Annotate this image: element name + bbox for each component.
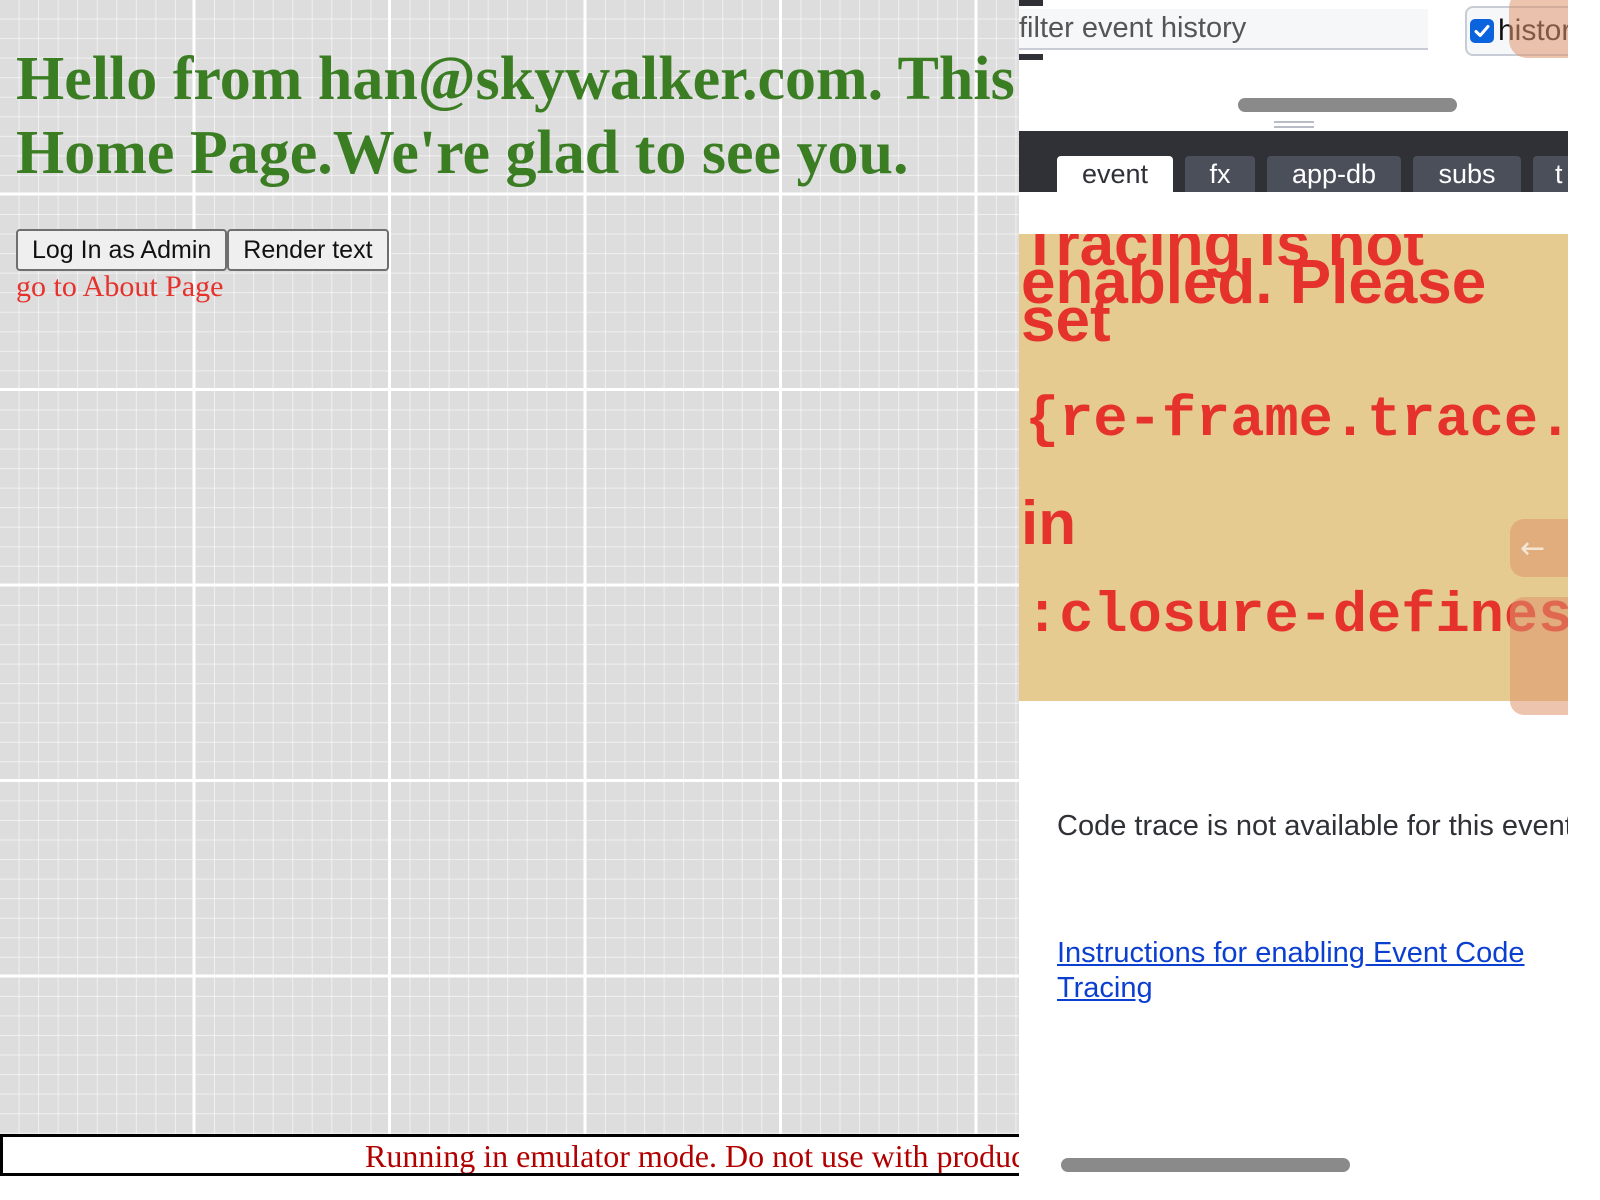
greeting-heading: Hello from han@skywalker.com. This is th… [16,45,1020,187]
warning-in-word: in [1021,489,1077,558]
code-trace-unavailable-message: Code trace is not available for this eve… [1057,810,1568,842]
tab-overflow[interactable]: t [1533,156,1568,192]
re-frame-devtools-panel: history event fx app-db subs t Tracing i… [1019,0,1568,1176]
tracing-warning-text: Tracing is not enabled. Please set [1021,234,1487,355]
tab-app-db[interactable]: app-db [1267,156,1401,192]
filter-event-history-input[interactable] [1019,9,1428,50]
devtools-tab-bar: event fx app-db subs t [1019,131,1568,192]
floating-overlay-handle[interactable] [1509,0,1568,58]
trace-enabled-code: {re-frame.trace.trace-enabled? true} [1025,389,1568,453]
horizontal-scrollbar-thumb[interactable] [1061,1158,1350,1172]
action-buttons: Log In as Admin Render text [16,229,389,271]
panel-resize-handle[interactable] [1274,120,1314,130]
collapse-panel-button[interactable]: ← [1510,519,1568,577]
left-arrow-icon: ← [1520,530,1546,566]
tab-subs[interactable]: subs [1413,156,1521,192]
tracing-disabled-warning: Tracing is not enabled. Please set {re-f… [1019,234,1568,701]
tab-fx[interactable]: fx [1185,156,1255,192]
enable-code-tracing-link[interactable]: Instructions for enabling Event Code Tra… [1057,936,1568,1006]
history-scrollbar-thumb[interactable] [1238,98,1457,112]
side-overlay-handle[interactable] [1510,597,1568,715]
checkmark-icon [1474,25,1490,37]
emulator-warning-banner: Running in emulator mode. Do not use wit… [0,1134,1019,1176]
history-checkbox[interactable] [1470,19,1494,43]
tab-event[interactable]: event [1057,156,1173,192]
render-text-button[interactable]: Render text [227,229,389,271]
app-canvas: Hello from han@skywalker.com. This is th… [0,0,1020,1176]
login-admin-button[interactable]: Log In as Admin [16,229,228,271]
closure-defines-code: :closure-defines [1025,585,1568,649]
emulator-warning-text: Running in emulator mode. Do not use wit… [365,1138,1019,1174]
about-page-link[interactable]: go to About Page [16,270,224,304]
